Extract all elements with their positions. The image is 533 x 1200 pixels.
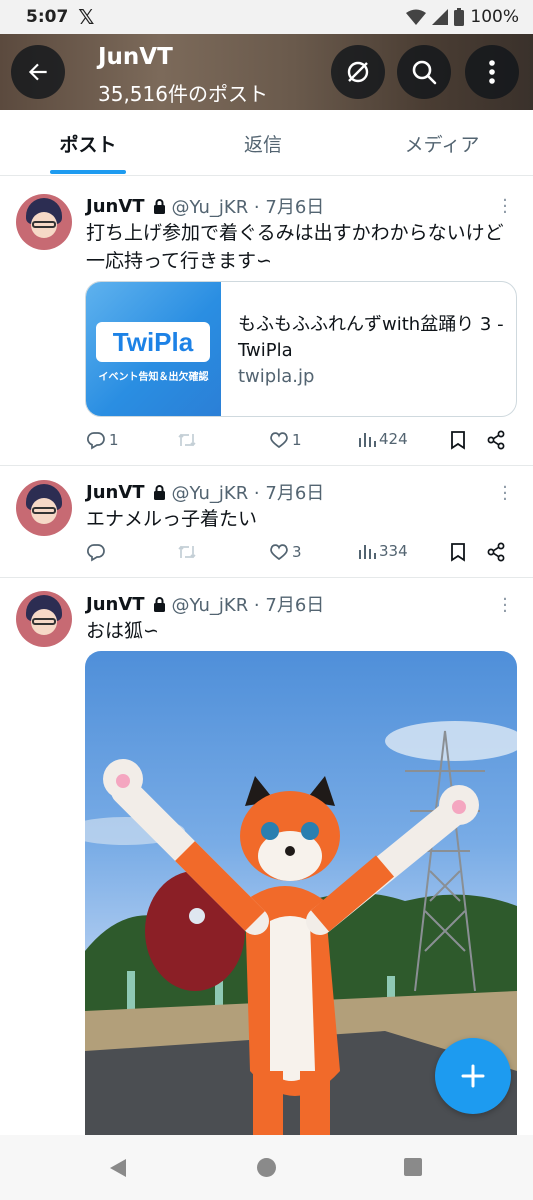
profile-name: JunVT: [98, 44, 173, 70]
retweet-button[interactable]: [176, 430, 198, 450]
avatar[interactable]: [16, 194, 72, 250]
view-count: 334: [379, 542, 408, 560]
compose-post-button[interactable]: [435, 1038, 511, 1114]
profile-header: JunVT 35,516件のポスト: [0, 34, 533, 110]
bookmark-icon: [451, 431, 465, 450]
share-icon: [487, 542, 505, 562]
card-domain: twipla.jp: [238, 366, 315, 387]
battery-percent: 100%: [470, 7, 519, 27]
nav-recents-icon[interactable]: [403, 1157, 423, 1177]
more-vertical-icon: [489, 60, 495, 84]
share-button[interactable]: [486, 430, 506, 450]
back-button[interactable]: [11, 45, 65, 99]
lock-icon: [153, 484, 166, 500]
card-title: もふもふふれんずwith盆踊り 3 - TwiPla: [238, 314, 504, 361]
author-handle-date: @Yu_jKR · 7月6日: [171, 595, 325, 616]
more-options-button[interactable]: [465, 45, 519, 99]
x-app-icon: 𝕏: [78, 5, 95, 29]
status-time: 5:07: [26, 7, 69, 27]
like-count: 1: [292, 431, 302, 449]
avatar[interactable]: [16, 591, 72, 647]
battery-icon: [454, 8, 465, 26]
retweet-icon: [178, 545, 196, 559]
like-button[interactable]: 3: [269, 542, 302, 562]
bookmark-button[interactable]: [450, 542, 466, 562]
wifi-icon: [406, 9, 427, 25]
tweet-meta: JunVT @Yu_jKR · 7月6日: [86, 479, 324, 505]
twipla-logo: TwiPla: [96, 322, 210, 362]
author-handle-date: @Yu_jKR · 7月6日: [171, 483, 325, 504]
heart-icon: [270, 544, 288, 561]
author-name[interactable]: JunVT: [86, 482, 145, 503]
card-logo-sub: イベント告知＆出欠確認: [98, 372, 209, 383]
reply-button[interactable]: 1: [86, 430, 119, 450]
bookmark-button[interactable]: [450, 430, 466, 450]
link-card[interactable]: TwiPla イベント告知＆出欠確認 もふもふふれんずwith盆踊り 3 - T…: [85, 281, 517, 417]
nav-home-icon[interactable]: [256, 1157, 277, 1178]
tweet-text: おは狐∽: [86, 620, 159, 642]
profile-tabs: ポスト 返信 メディア: [0, 110, 533, 176]
cell-signal-icon: [432, 9, 449, 25]
tab-posts[interactable]: ポスト: [8, 130, 168, 157]
status-bar: 5:07 𝕏 100%: [0, 0, 533, 34]
tweet-meta: JunVT @Yu_jKR · 7月6日: [86, 193, 324, 219]
reply-icon: [87, 544, 105, 562]
views-chart-icon: [359, 545, 376, 559]
like-count: 3: [292, 543, 302, 561]
view-count: 424: [379, 430, 408, 448]
share-icon: [487, 430, 505, 450]
lock-icon: [153, 596, 166, 612]
card-image: TwiPla イベント告知＆出欠確認: [86, 282, 221, 416]
nav-back-icon[interactable]: [108, 1157, 128, 1179]
tab-media[interactable]: メディア: [362, 130, 522, 157]
reply-button[interactable]: [86, 542, 106, 562]
tweet-more-icon[interactable]: · · ·: [498, 192, 512, 222]
tweet-actions: 1 1 424: [86, 430, 518, 454]
notifications-toggle-button[interactable]: [331, 45, 385, 99]
heart-icon: [270, 432, 288, 449]
back-arrow-icon: [28, 63, 47, 81]
divider: [0, 465, 533, 466]
retweet-icon: [178, 433, 196, 447]
views-button[interactable]: 334: [358, 542, 408, 560]
search-icon: [412, 60, 437, 85]
bookmark-icon: [451, 543, 465, 562]
reply-icon: [87, 432, 105, 450]
views-button[interactable]: 424: [358, 430, 408, 448]
tweet-more-icon[interactable]: · · ·: [498, 479, 512, 509]
divider: [0, 577, 533, 578]
active-tab-indicator: [50, 170, 126, 174]
avatar[interactable]: [16, 480, 72, 536]
no-notification-icon: [347, 61, 369, 83]
author-name[interactable]: JunVT: [86, 594, 145, 615]
tweet-text: 打ち上げ参加で着ぐるみは出すかわからないけど一応持って行きます∽: [86, 222, 504, 272]
like-button[interactable]: 1: [269, 430, 302, 450]
retweet-button[interactable]: [176, 542, 198, 562]
views-chart-icon: [359, 433, 376, 447]
tweet-more-icon[interactable]: · · ·: [498, 591, 512, 621]
tweet-actions: 3 334: [86, 542, 518, 566]
system-nav-bar: [0, 1135, 533, 1200]
share-button[interactable]: [486, 542, 506, 562]
tweet-meta: JunVT @Yu_jKR · 7月6日: [86, 591, 324, 617]
post-count: 35,516件のポスト: [98, 82, 268, 106]
reply-count: 1: [109, 431, 119, 449]
tweet-text: エナメルっ子着たい: [86, 508, 258, 530]
search-button[interactable]: [397, 45, 451, 99]
author-name[interactable]: JunVT: [86, 196, 145, 217]
lock-icon: [153, 198, 166, 214]
tab-replies[interactable]: 返信: [183, 130, 343, 157]
plus-icon: [461, 1064, 485, 1088]
author-handle-date: @Yu_jKR · 7月6日: [171, 197, 325, 218]
